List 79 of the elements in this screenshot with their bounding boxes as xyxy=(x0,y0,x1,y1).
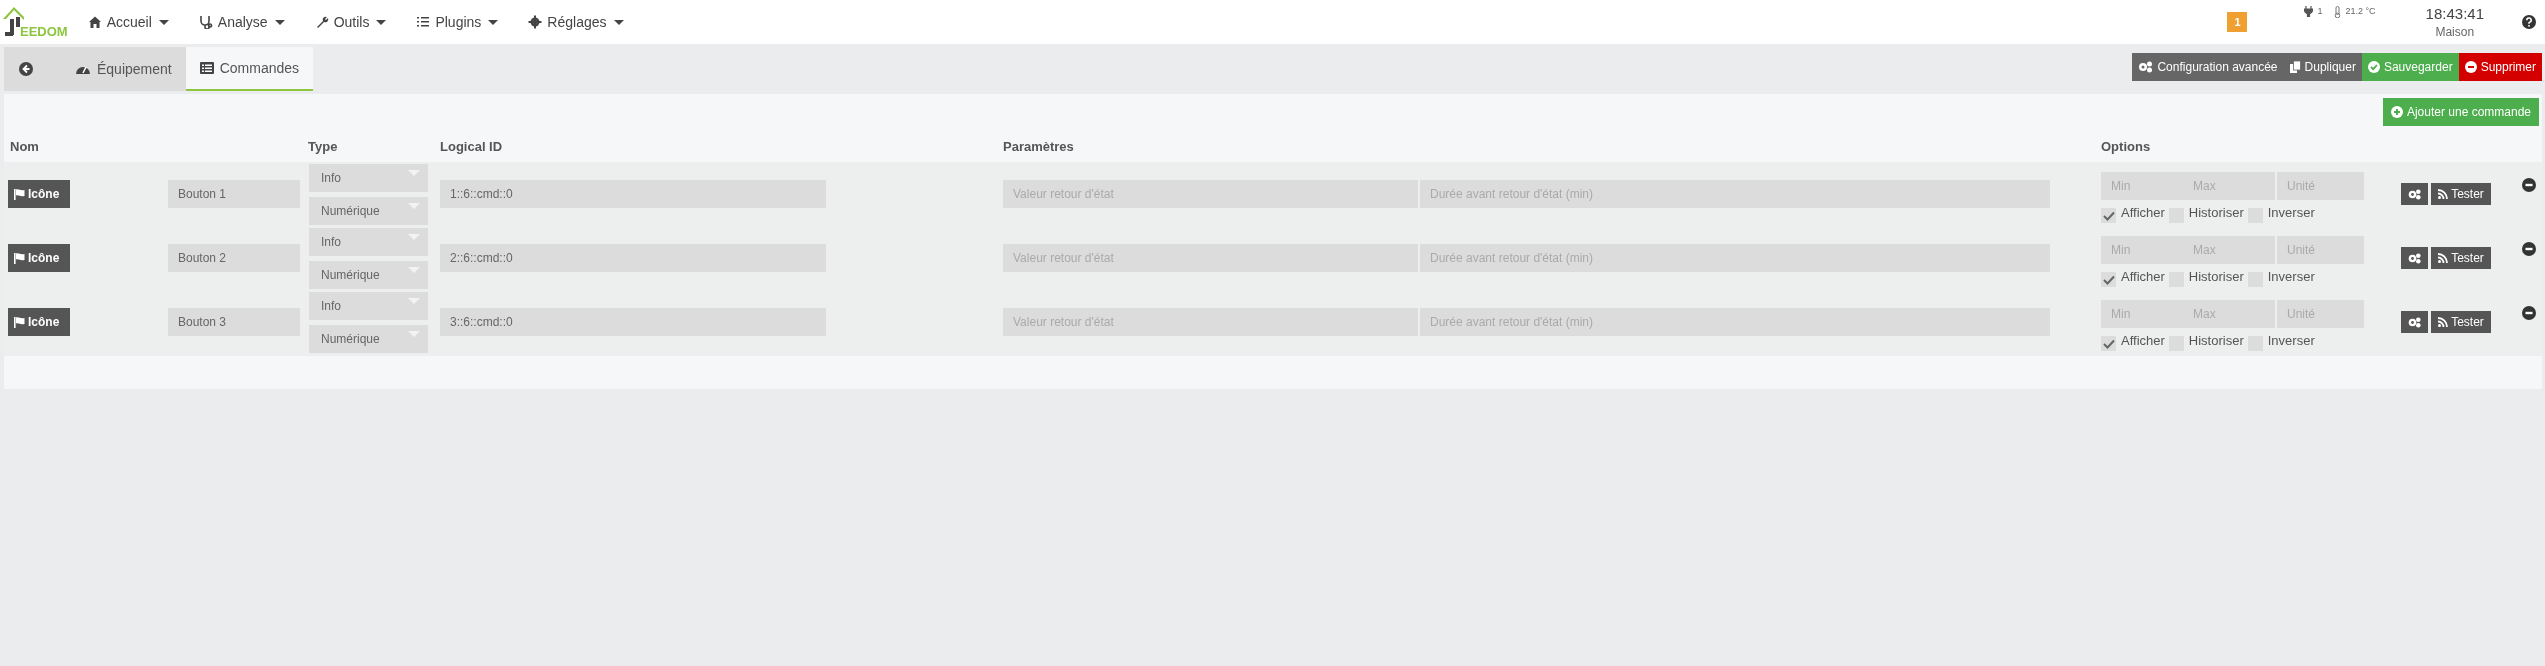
clock-time: 18:43:41 xyxy=(2425,5,2484,22)
column-header: Logical ID xyxy=(440,138,504,154)
help-icon[interactable] xyxy=(2522,15,2536,29)
checkbox[interactable] xyxy=(2101,208,2116,223)
name-field[interactable]: Bouton 2 xyxy=(168,244,300,272)
gears-icon xyxy=(2408,252,2421,264)
subtype-select[interactable]: Numérique xyxy=(309,196,428,225)
remove-icon[interactable] xyxy=(2522,242,2536,256)
subtype-select[interactable]: Numérique xyxy=(309,324,428,353)
column-header: Options xyxy=(2101,138,2151,154)
checkbox-label: Inverser xyxy=(2267,269,2315,284)
checkbox-label: Historiser xyxy=(2188,333,2244,348)
rss-icon xyxy=(2438,189,2449,199)
type-select[interactable]: Info xyxy=(309,291,428,320)
subtype-select[interactable]: Numérique xyxy=(309,260,428,289)
thermometer-icon xyxy=(2334,6,2342,18)
icon-button[interactable]: Icône xyxy=(8,244,70,272)
column-header: Type xyxy=(308,138,339,154)
tab[interactable]: Équipement xyxy=(61,47,186,91)
checkbox-label: Inverser xyxy=(2267,333,2315,348)
checklist-icon xyxy=(416,15,431,29)
test-button[interactable]: Tester xyxy=(2431,247,2491,269)
nav-menu[interactable]: Plugins xyxy=(416,14,499,30)
action-button[interactable]: Dupliquer xyxy=(2283,53,2362,81)
back-arrow-icon xyxy=(19,62,33,76)
checkbox-label: Afficher xyxy=(2121,205,2165,220)
nav-menu[interactable]: Accueil xyxy=(87,14,169,30)
stethoscope-icon xyxy=(198,15,213,29)
copy-icon xyxy=(2289,61,2301,73)
settings-button[interactable] xyxy=(2401,247,2428,269)
add-command-button[interactable]: Ajouter une commande xyxy=(2382,98,2539,126)
gears-icon xyxy=(2408,188,2421,200)
test-button[interactable]: Tester xyxy=(2431,311,2491,333)
flag-icon xyxy=(14,188,25,200)
action-button[interactable]: Sauvegarder xyxy=(2361,53,2459,81)
type-select[interactable]: Info xyxy=(309,227,428,256)
action-button[interactable]: Configuration avancée xyxy=(2132,53,2284,81)
minus-circle-icon xyxy=(2464,61,2477,73)
column-header: Paramètres xyxy=(1003,138,1075,154)
test-button[interactable]: Tester xyxy=(2431,183,2491,205)
gears-icon xyxy=(2408,316,2421,328)
checkbox[interactable] xyxy=(2101,272,2116,287)
logical-id-field[interactable]: 3::6::cmd::0 xyxy=(440,308,826,336)
action-button[interactable]: Supprimer xyxy=(2458,53,2542,81)
checkbox-label: Afficher xyxy=(2121,269,2165,284)
type-select[interactable]: Info xyxy=(309,163,428,192)
rss-icon xyxy=(2438,253,2449,263)
checkbox[interactable] xyxy=(2101,336,2116,351)
checkbox-label: Inverser xyxy=(2267,205,2315,220)
temperature: 21.2 °C xyxy=(2345,6,2376,16)
plus-circle-icon xyxy=(2390,106,2403,118)
table-icon xyxy=(199,62,214,74)
name-field[interactable]: Bouton 1 xyxy=(168,180,300,208)
nav-menu[interactable]: Outils xyxy=(314,14,387,30)
rss-icon xyxy=(2438,317,2449,327)
checkbox-label: Historiser xyxy=(2188,269,2244,284)
check-circle-icon xyxy=(2367,61,2380,73)
location-name: Maison xyxy=(2435,25,2475,39)
plug-count: 1 xyxy=(2317,6,2323,16)
settings-button[interactable] xyxy=(2401,311,2428,333)
flag-icon xyxy=(14,252,25,264)
settings-button[interactable] xyxy=(2401,183,2428,205)
name-field[interactable]: Bouton 3 xyxy=(168,308,300,336)
flag-icon xyxy=(14,316,25,328)
nav-menu[interactable]: Réglages xyxy=(528,14,624,30)
checkbox-label: Afficher xyxy=(2121,333,2165,348)
remove-icon[interactable] xyxy=(2522,306,2536,320)
checkbox-label: Historiser xyxy=(2188,205,2244,220)
column-header: Nom xyxy=(10,138,40,154)
gears-icon xyxy=(2138,61,2154,73)
logical-id-field[interactable]: 2::6::cmd::0 xyxy=(440,244,826,272)
icon-button[interactable]: Icône xyxy=(8,180,70,208)
icon-button[interactable]: Icône xyxy=(8,308,70,336)
logical-id-field[interactable]: 1::6::cmd::0 xyxy=(440,180,826,208)
home-icon xyxy=(87,15,102,29)
remove-icon[interactable] xyxy=(2522,178,2536,192)
plug-icon xyxy=(2304,6,2314,17)
tab[interactable]: Commandes xyxy=(185,47,314,91)
nav-menu[interactable]: Analyse xyxy=(198,14,285,30)
